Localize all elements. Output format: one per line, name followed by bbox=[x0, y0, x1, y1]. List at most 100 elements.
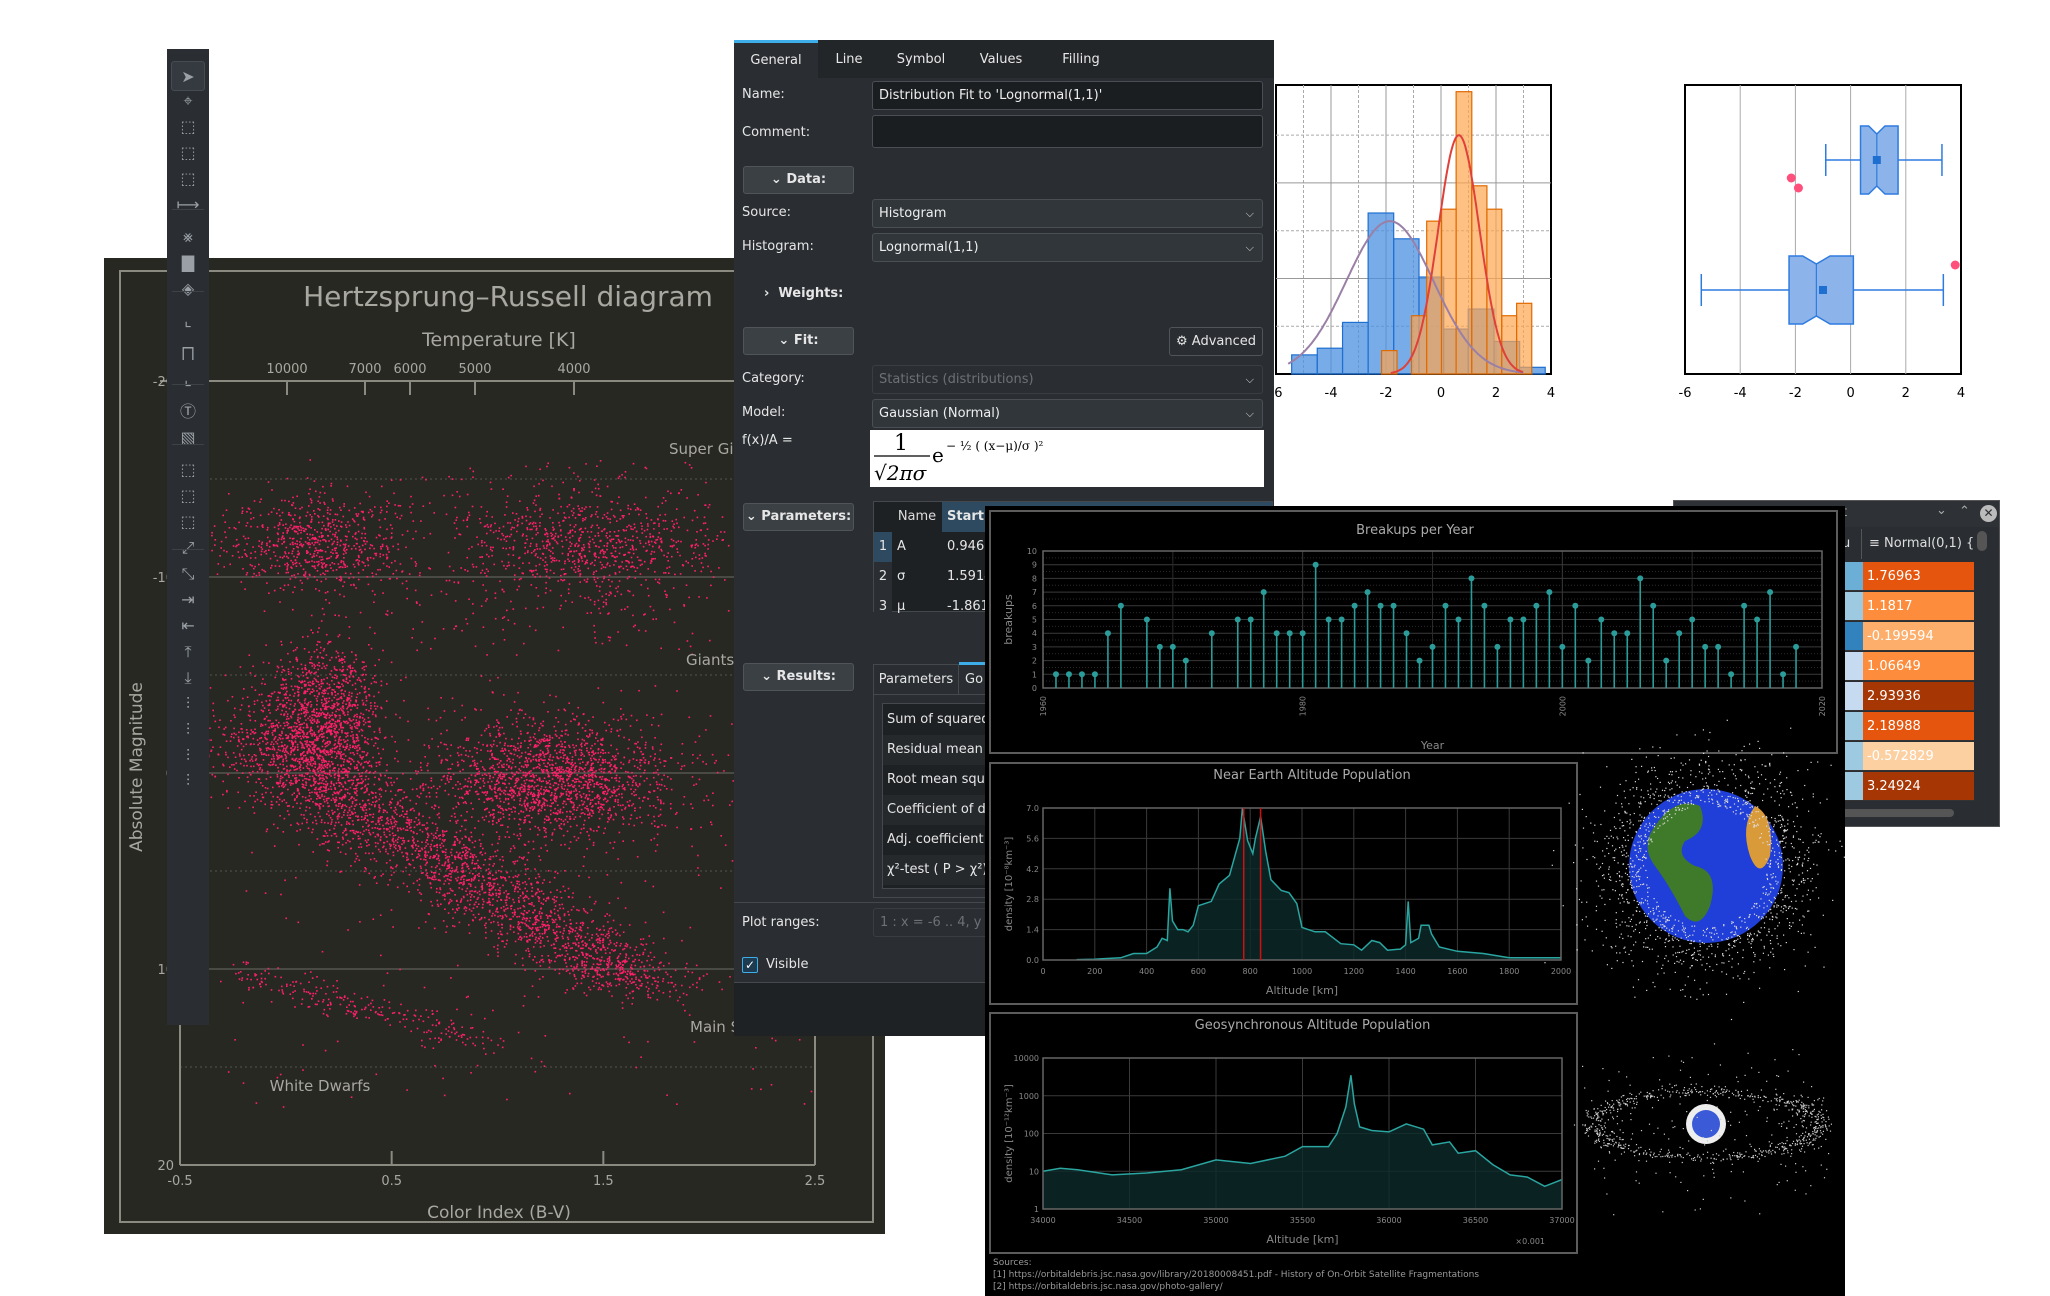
star-point bbox=[326, 745, 328, 747]
star-point bbox=[528, 903, 530, 905]
star-point bbox=[620, 708, 622, 710]
star-point bbox=[283, 722, 285, 724]
star-point bbox=[321, 771, 323, 773]
star-point bbox=[622, 784, 624, 786]
star-point bbox=[311, 765, 313, 767]
star-point bbox=[305, 674, 307, 676]
star-point bbox=[375, 708, 377, 710]
star-point bbox=[540, 741, 542, 743]
star-point bbox=[445, 880, 447, 882]
star-point bbox=[355, 688, 357, 690]
star-point bbox=[563, 807, 565, 809]
star-point bbox=[325, 830, 327, 832]
star-point bbox=[288, 814, 290, 816]
star-point bbox=[633, 840, 635, 842]
star-point bbox=[575, 957, 577, 959]
star-point bbox=[383, 846, 385, 848]
star-point bbox=[341, 824, 343, 826]
star-point bbox=[311, 735, 313, 737]
star-point bbox=[501, 791, 503, 793]
star-point bbox=[429, 792, 431, 794]
star-point bbox=[626, 946, 628, 948]
star-point bbox=[362, 717, 364, 719]
star-point bbox=[326, 800, 328, 802]
star-point bbox=[620, 943, 622, 945]
star-point bbox=[407, 829, 409, 831]
star-point bbox=[525, 874, 527, 876]
star-point bbox=[283, 728, 285, 730]
star-point bbox=[585, 936, 587, 938]
star-point bbox=[408, 840, 410, 842]
star-point bbox=[323, 679, 325, 681]
star-point bbox=[642, 954, 644, 956]
star-point bbox=[347, 669, 349, 671]
star-point bbox=[312, 665, 314, 667]
star-point bbox=[335, 804, 337, 806]
star-point bbox=[290, 748, 292, 750]
star-point bbox=[306, 742, 308, 744]
star-point bbox=[556, 820, 558, 822]
star-point bbox=[418, 853, 420, 855]
star-point bbox=[364, 817, 366, 819]
star-point bbox=[283, 759, 285, 761]
star-point bbox=[307, 636, 309, 638]
star-point bbox=[669, 996, 671, 998]
star-point bbox=[531, 817, 533, 819]
star-point bbox=[280, 659, 282, 661]
star-point bbox=[284, 786, 286, 788]
star-point bbox=[547, 805, 549, 807]
star-point bbox=[321, 822, 323, 824]
star-point bbox=[512, 885, 514, 887]
star-point bbox=[493, 726, 495, 728]
star-point bbox=[591, 966, 593, 968]
star-point bbox=[294, 735, 296, 737]
star-point bbox=[347, 789, 349, 791]
star-point bbox=[535, 927, 537, 929]
star-point bbox=[389, 827, 391, 829]
star-point bbox=[495, 893, 497, 895]
star-point bbox=[367, 815, 369, 817]
star-point bbox=[465, 850, 467, 852]
star-point bbox=[535, 919, 537, 921]
star-point bbox=[374, 876, 376, 878]
star-point bbox=[235, 756, 237, 758]
star-point bbox=[425, 921, 427, 923]
star-point bbox=[329, 770, 331, 772]
star-point bbox=[331, 783, 333, 785]
star-point bbox=[428, 745, 430, 747]
star-point bbox=[508, 777, 510, 779]
star-point bbox=[444, 831, 446, 833]
star-point bbox=[435, 836, 437, 838]
star-point bbox=[589, 781, 591, 783]
star-point bbox=[426, 803, 428, 805]
star-point bbox=[339, 785, 341, 787]
star-point bbox=[560, 757, 562, 759]
star-point bbox=[305, 810, 307, 812]
star-point bbox=[356, 716, 358, 718]
star-point bbox=[526, 925, 528, 927]
star-point bbox=[299, 775, 301, 777]
star-point bbox=[492, 765, 494, 767]
star-point bbox=[353, 780, 355, 782]
star-point bbox=[308, 737, 310, 739]
star-point bbox=[261, 771, 263, 773]
star-point bbox=[455, 821, 457, 823]
star-point bbox=[463, 870, 465, 872]
star-point bbox=[290, 754, 292, 756]
star-point bbox=[326, 654, 328, 656]
star-point bbox=[347, 706, 349, 708]
star-point bbox=[283, 768, 285, 770]
star-point bbox=[300, 755, 302, 757]
star-point bbox=[259, 748, 261, 750]
star-point bbox=[261, 694, 263, 696]
star-point bbox=[467, 855, 469, 857]
star-point bbox=[646, 986, 648, 988]
star-point bbox=[326, 698, 328, 700]
star-point bbox=[450, 899, 452, 901]
star-point bbox=[592, 968, 594, 970]
star-point bbox=[213, 715, 215, 717]
star-point bbox=[337, 842, 339, 844]
star-point bbox=[349, 807, 351, 809]
star-point bbox=[676, 812, 678, 814]
star-point bbox=[292, 765, 294, 767]
